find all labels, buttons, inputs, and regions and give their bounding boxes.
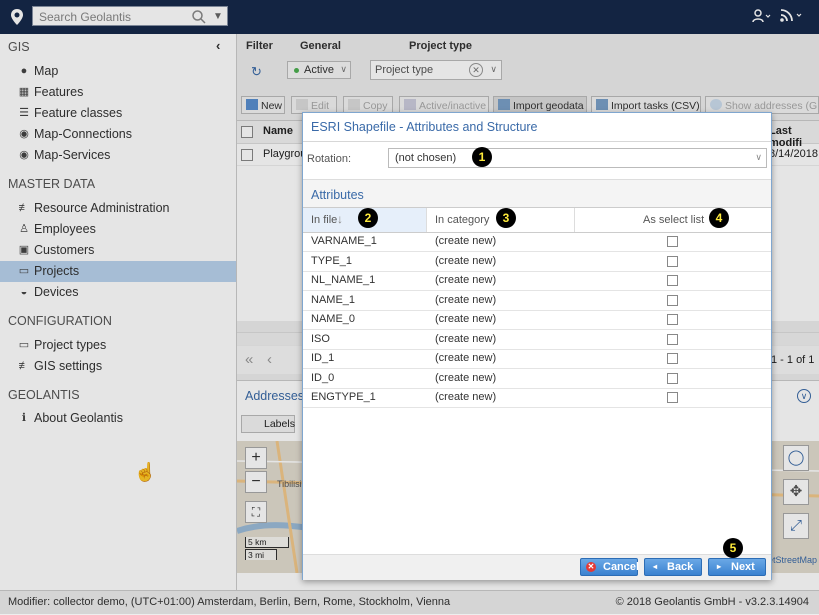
select-list-checkbox[interactable]	[667, 353, 678, 364]
table-row[interactable]: VARNAME_1 (create new)	[303, 232, 771, 252]
row-file: TYPE_1	[311, 254, 352, 267]
column-select-list-label: As select list	[643, 214, 705, 226]
row-file: NAME_1	[311, 293, 356, 306]
close-icon: ✕	[586, 562, 596, 572]
callout-3: 3	[496, 208, 516, 228]
row-file: ID_0	[311, 371, 335, 384]
column-in-file-label: In file	[311, 214, 338, 226]
select-list-checkbox[interactable]	[667, 392, 678, 403]
dialog-footer: ✕ Cancel ◂ Back ▸ Next	[303, 554, 771, 580]
chevron-down-icon: ∨	[755, 152, 762, 162]
row-category[interactable]: (create new)	[435, 255, 496, 267]
select-list-checkbox[interactable]	[667, 236, 678, 247]
callout-2: 2	[358, 208, 378, 228]
rotation-label: Rotation:	[307, 153, 352, 165]
next-label: Next	[731, 561, 755, 573]
row-category[interactable]: (create new)	[435, 372, 496, 384]
table-row[interactable]: NL_NAME_1 (create new)	[303, 271, 771, 291]
row-file: ID_1	[311, 352, 335, 364]
row-category[interactable]: (create new)	[435, 274, 496, 286]
callout-1: 1	[472, 147, 492, 167]
table-row[interactable]: NAME_0 (create new)	[303, 310, 771, 330]
select-list-checkbox[interactable]	[667, 333, 678, 345]
select-list-checkbox[interactable]	[667, 255, 678, 267]
rotation-select[interactable]: (not chosen) ∨	[388, 148, 767, 168]
select-list-checkbox[interactable]	[667, 372, 678, 384]
attributes-header: Attributes	[303, 179, 771, 208]
row-category[interactable]: (create new)	[435, 391, 496, 403]
row-category[interactable]: (create new)	[435, 235, 496, 247]
select-list-checkbox[interactable]	[667, 275, 678, 286]
table-row[interactable]: TYPE_1 (create new)	[303, 252, 771, 272]
column-select-list-header[interactable]: As select list	[575, 208, 771, 232]
row-file: NL_NAME_1	[311, 274, 376, 286]
row-category[interactable]: (create new)	[435, 294, 496, 306]
rotation-value: (not chosen)	[395, 152, 457, 164]
callout-5: 5	[723, 538, 743, 558]
arrow-right-icon: ▸	[716, 562, 721, 571]
select-list-checkbox[interactable]	[667, 314, 678, 325]
sort-down-icon: ↓	[337, 212, 343, 226]
attributes-title: Attributes	[311, 188, 364, 202]
back-label: Back	[667, 561, 694, 573]
shapefile-dialog: ESRI Shapefile - Attributes and Structur…	[302, 112, 772, 580]
row-category[interactable]: (create new)	[435, 313, 496, 325]
callout-4: 4	[709, 208, 729, 228]
row-file: ISO	[311, 332, 330, 345]
table-row[interactable]: ENGTYPE_1 (create new)	[303, 388, 771, 408]
back-button[interactable]: ◂ Back	[644, 558, 702, 576]
cancel-button[interactable]: ✕ Cancel	[580, 558, 640, 576]
dialog-title: ESRI Shapefile - Attributes and Structur…	[311, 120, 538, 134]
table-row[interactable]: ID_0 (create new)	[303, 369, 771, 389]
cancel-label: Cancel	[603, 561, 640, 573]
row-category[interactable]: (create new)	[435, 333, 496, 345]
next-button[interactable]: ▸ Next	[708, 558, 766, 576]
row-category[interactable]: (create new)	[435, 352, 496, 364]
table-row[interactable]: ISO (create new)	[303, 330, 771, 350]
row-file: NAME_0	[311, 313, 356, 325]
divider	[303, 141, 771, 142]
column-in-category-label: In category	[435, 214, 490, 226]
select-list-checkbox[interactable]	[667, 294, 678, 306]
table-row[interactable]: ID_1 (create new)	[303, 349, 771, 369]
row-file: VARNAME_1	[311, 235, 377, 247]
table-row[interactable]: NAME_1 (create new)	[303, 291, 771, 311]
arrow-left-icon: ◂	[652, 562, 657, 571]
row-file: ENGTYPE_1	[311, 391, 376, 403]
